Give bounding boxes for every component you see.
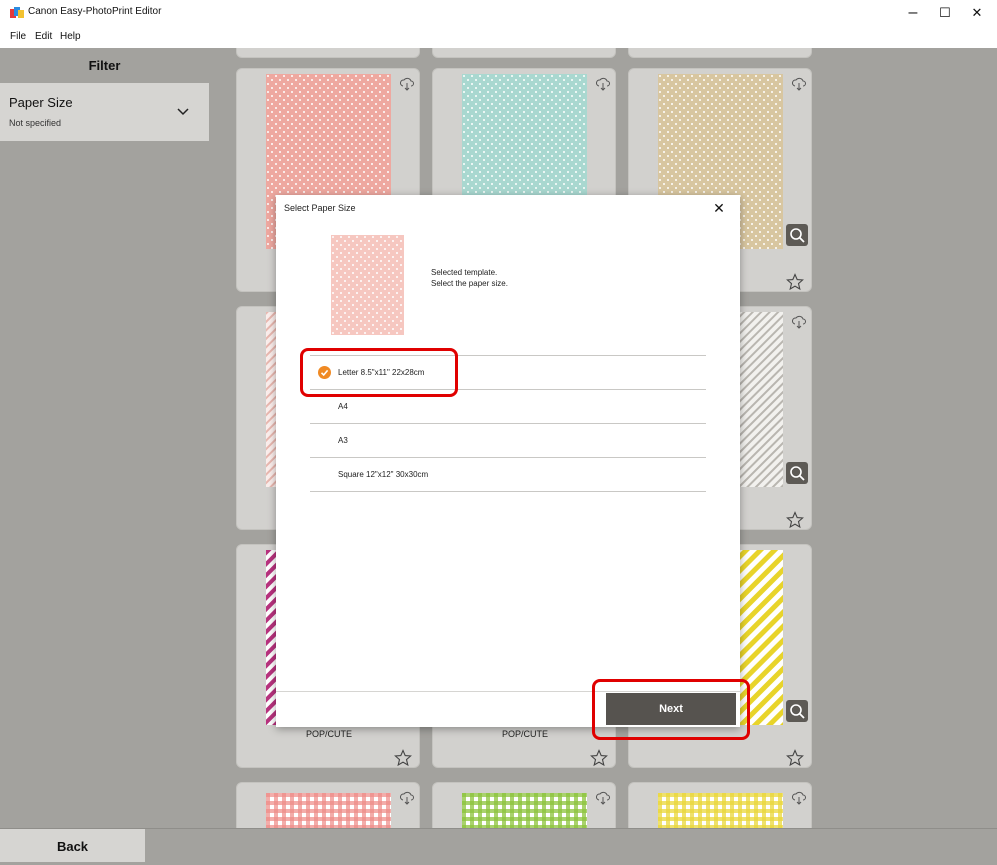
paper-size-value: Not specified: [9, 118, 62, 128]
paper-size-label: Paper Size: [9, 95, 73, 110]
favorite-star-icon[interactable]: [786, 749, 804, 767]
app-logo-icon: [10, 7, 24, 18]
menu-file[interactable]: File: [10, 31, 26, 42]
template-card[interactable]: [432, 48, 616, 58]
next-button[interactable]: Next: [606, 693, 736, 725]
cloud-download-icon[interactable]: [792, 315, 806, 329]
template-card[interactable]: [432, 782, 616, 828]
bottom-bar: Back: [0, 828, 997, 862]
dialog-message-line1: Selected template.: [431, 268, 498, 277]
dialog-title: Select Paper Size: [284, 203, 356, 213]
app-title: Canon Easy-PhotoPrint Editor: [28, 6, 162, 17]
zoom-magnifier-icon[interactable]: [786, 462, 808, 484]
cloud-download-icon[interactable]: [400, 77, 414, 91]
paper-option-letter[interactable]: Letter 8.5"x11" 22x28cm: [310, 356, 706, 389]
zoom-magnifier-icon[interactable]: [786, 224, 808, 246]
template-thumbnail: [266, 793, 391, 828]
category-label: POP/CUTE: [305, 729, 352, 739]
title-bar: Canon Easy-PhotoPrint Editor – ☐ ✕: [0, 0, 997, 26]
cloud-download-icon[interactable]: [596, 77, 610, 91]
paper-option-label: A3: [338, 436, 348, 445]
template-thumbnail: [462, 793, 587, 828]
favorite-star-icon[interactable]: [590, 749, 608, 767]
template-card[interactable]: [236, 782, 420, 828]
divider: [310, 491, 706, 492]
paper-option-label: Square 12"x12" 30x30cm: [338, 470, 429, 479]
paper-size-filter[interactable]: Paper Size Not specified: [0, 83, 209, 141]
menu-bar: File Edit Help: [0, 26, 997, 48]
paper-option-square[interactable]: Square 12"x12" 30x30cm: [310, 458, 706, 491]
menu-edit[interactable]: Edit: [35, 31, 52, 42]
zoom-magnifier-icon[interactable]: [786, 700, 808, 722]
selected-template-thumbnail: [331, 235, 404, 335]
cloud-download-icon[interactable]: [792, 77, 806, 91]
dialog-message-line2: Select the paper size.: [431, 279, 508, 288]
favorite-star-icon[interactable]: [786, 511, 804, 529]
maximize-button[interactable]: ☐: [930, 2, 960, 24]
cloud-download-icon[interactable]: [596, 791, 610, 805]
dialog-footer-divider: [276, 691, 740, 692]
chevron-down-icon: [177, 108, 189, 116]
template-card[interactable]: [236, 48, 420, 58]
template-card[interactable]: [628, 48, 812, 58]
paper-option-a3[interactable]: A3: [310, 424, 706, 457]
menu-help[interactable]: Help: [60, 31, 81, 42]
filter-sidebar: Filter Paper Size Not specified: [0, 48, 210, 828]
back-button[interactable]: Back: [0, 829, 145, 862]
select-paper-size-dialog: Select Paper Size ✕ Selected template. S…: [276, 195, 740, 727]
filter-heading: Filter: [88, 58, 121, 73]
paper-option-label: Letter 8.5"x11" 22x28cm: [338, 368, 425, 377]
template-thumbnail: [658, 793, 783, 828]
cloud-download-icon[interactable]: [400, 791, 414, 805]
check-circle-icon: [318, 366, 331, 379]
template-card[interactable]: [628, 782, 812, 828]
close-window-button[interactable]: ✕: [962, 2, 992, 24]
dialog-close-icon[interactable]: ✕: [711, 200, 727, 216]
favorite-star-icon[interactable]: [786, 273, 804, 291]
minimize-button[interactable]: –: [898, 2, 928, 24]
paper-option-label: A4: [338, 402, 348, 411]
paper-option-a4[interactable]: A4: [310, 390, 706, 423]
favorite-star-icon[interactable]: [394, 749, 412, 767]
category-label: POP/CUTE: [501, 729, 548, 739]
cloud-download-icon[interactable]: [792, 791, 806, 805]
